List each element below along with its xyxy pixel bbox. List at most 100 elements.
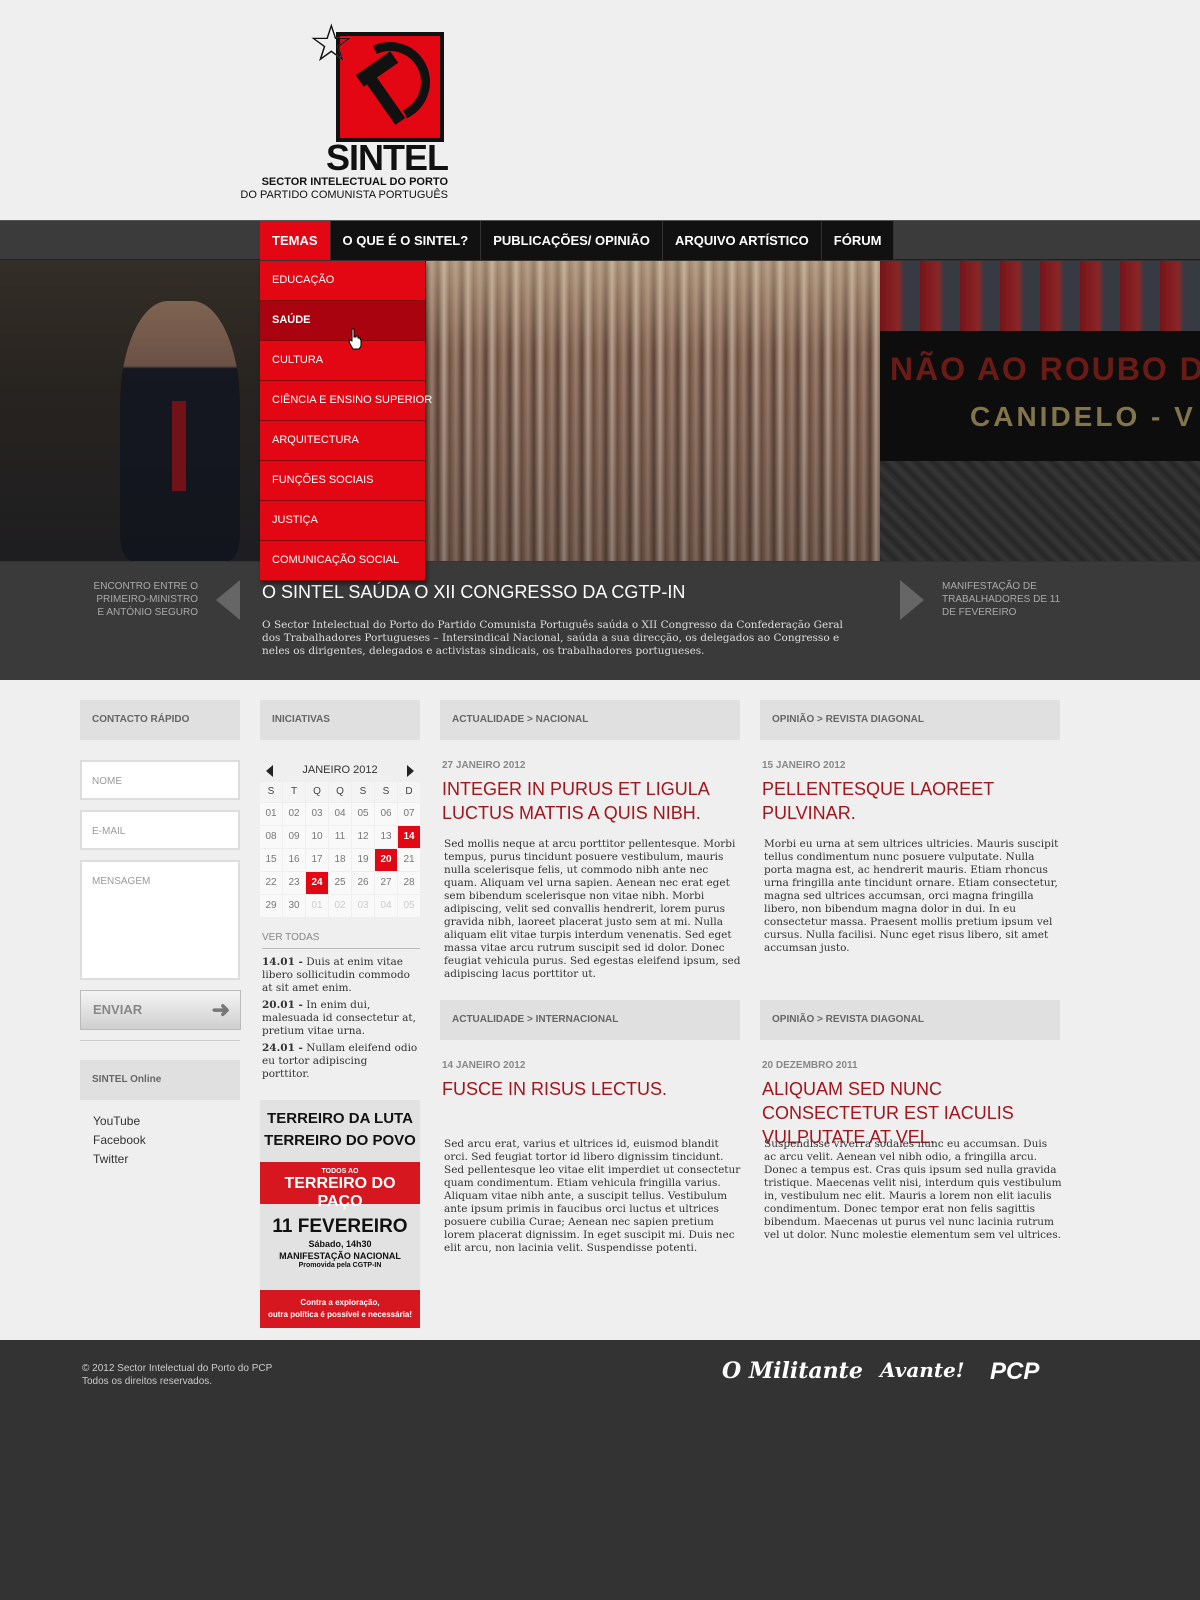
calendar-day[interactable]: 01 <box>260 803 282 825</box>
dropdown-item[interactable]: FUNÇÕES SOCIAIS <box>260 461 425 501</box>
dropdown-item[interactable]: ARQUITECTURA <box>260 421 425 461</box>
avante-logo[interactable]: Avante! <box>880 1358 965 1382</box>
slider-title[interactable]: O SINTEL SAÚDA O XII CONGRESSO DA CGTP-I… <box>262 582 685 603</box>
send-arrow-icon: ➜ <box>211 997 230 1022</box>
article-title[interactable]: FUSCE IN RISUS LECTUS. <box>442 1077 742 1101</box>
calendar-month: JANEIRO 2012 <box>302 764 378 776</box>
article-body: Sed mollis neque at arcu porttitor pelle… <box>444 838 741 980</box>
message-field[interactable]: MENSAGEM <box>80 860 240 980</box>
contact-heading: CONTACTO RÁPIDO <box>80 700 240 740</box>
main-navigation-bar: TEMAS O QUE É O SINTEL? PUBLICAÇÕES/ OPINI… <box>0 220 1200 260</box>
nav-item[interactable]: FÓRUM <box>821 221 895 260</box>
event-poster[interactable]: TERREIRO DA LUTA TERREIRO DO POVO TODOS … <box>260 1100 420 1328</box>
calendar-event-day[interactable]: 14 <box>398 826 420 848</box>
o-militante-logo[interactable]: O Militante <box>722 1358 863 1384</box>
calendar-day[interactable]: 21 <box>398 849 420 871</box>
events-calendar: JANEIRO 2012 S T Q Q S S D 01 02 03 04 05 06 07 08 09 10… <box>260 760 420 917</box>
email-field[interactable]: E-MAIL <box>80 810 240 850</box>
article-body: Sed arcu erat, varius et ultrices id, eu… <box>444 1138 741 1254</box>
calendar-day[interactable]: 10 <box>306 826 328 848</box>
calendar-day[interactable]: 23 <box>283 872 305 894</box>
dropdown-item[interactable]: SAÚDE <box>260 301 425 341</box>
calendar-day[interactable]: 28 <box>398 872 420 894</box>
calendar-day[interactable]: 13 <box>375 826 397 848</box>
sintel-logo[interactable]: ☆ SINTEL SECTOR INTELECTUAL DO PORTO DO … <box>240 18 449 204</box>
arrow-right-icon[interactable] <box>900 580 924 620</box>
calendar-day[interactable]: 04 <box>329 803 351 825</box>
event-item[interactable]: 24.01 - Nullam eleifend odio eu tortor a… <box>262 1042 418 1081</box>
calendar-event-day[interactable]: 20 <box>375 849 397 871</box>
calendar-day[interactable]: 09 <box>283 826 305 848</box>
calendar-day[interactable]: 25 <box>329 872 351 894</box>
social-link[interactable]: Facebook <box>93 1131 146 1150</box>
dropdown-item[interactable]: COMUNICAÇÃO SOCIAL <box>260 541 425 581</box>
calendar-day[interactable]: 26 <box>352 872 374 894</box>
send-button[interactable]: ENVIAR ➜ <box>80 990 241 1030</box>
calendar-day[interactable]: 30 <box>283 895 305 917</box>
dropdown-item[interactable]: JUSTIÇA <box>260 501 425 541</box>
dropdown-item[interactable]: CIÊNCIA E ENSINO SUPERIOR <box>260 381 432 421</box>
dropdown-item[interactable]: EDUCAÇÃO <box>260 261 425 301</box>
calendar-weekday: S <box>260 782 282 802</box>
calendar-day[interactable]: 22 <box>260 872 282 894</box>
calendar-day[interactable]: 19 <box>352 849 374 871</box>
article-section-heading[interactable]: ACTUALIDADE > NACIONAL <box>440 700 740 740</box>
poster-band: TODOS AO TERREIRO DO PAÇO <box>260 1162 420 1210</box>
calendar-event-day[interactable]: 24 <box>306 872 328 894</box>
article-title[interactable]: PELLENTESQUE LAOREET PULVINAR. <box>762 777 1062 825</box>
event-item[interactable]: 20.01 - In enim dui, malesuada id consec… <box>262 999 418 1038</box>
social-link[interactable]: YouTube <box>93 1112 146 1131</box>
nav-item[interactable]: O QUE É O SINTEL? <box>330 221 482 260</box>
article-section-heading[interactable]: OPINIÃO > REVISTA DIAGONAL <box>760 700 1060 740</box>
calendar-day[interactable]: 04 <box>375 895 397 917</box>
calendar-day[interactable]: 06 <box>375 803 397 825</box>
calendar-prev-icon[interactable] <box>266 765 273 777</box>
article-date: 14 JANEIRO 2012 <box>442 1060 526 1071</box>
copyright: © 2012 Sector Intelectual do Porto do PC… <box>82 1363 273 1387</box>
calendar-day[interactable]: 05 <box>352 803 374 825</box>
name-field[interactable]: NOME <box>80 760 240 800</box>
calendar-day[interactable]: 03 <box>352 895 374 917</box>
event-item[interactable]: 14.01 - Duis at enim vitae libero sollic… <box>262 956 418 995</box>
social-link[interactable]: Twitter <box>93 1150 146 1169</box>
calendar-day[interactable]: 11 <box>329 826 351 848</box>
calendar-weekday: Q <box>306 782 328 802</box>
calendar-day[interactable]: 17 <box>306 849 328 871</box>
event-date: 24.01 - <box>262 1042 303 1054</box>
calendar-next-icon[interactable] <box>407 765 414 777</box>
dropdown-item[interactable]: CULTURA <box>260 341 425 381</box>
main-navigation: TEMAS O QUE É O SINTEL? PUBLICAÇÕES/ OPINI… <box>260 221 895 260</box>
arrow-left-icon[interactable] <box>216 580 240 620</box>
article-title[interactable]: INTEGER IN PURUS ET LIGULA LUCTUS MATTIS… <box>442 777 742 825</box>
calendar-day[interactable]: 02 <box>283 803 305 825</box>
calendar-day[interactable]: 29 <box>260 895 282 917</box>
slider-prev-label[interactable]: ENCONTRO ENTRE O PRIMEIRO-MINISTRO E ANT… <box>90 580 198 619</box>
nav-item[interactable]: TEMAS <box>260 221 331 260</box>
slider-next-label[interactable]: MANIFESTAÇÃO DE TRABALHADORES DE 11 DE F… <box>942 580 1062 619</box>
calendar-day[interactable]: 18 <box>329 849 351 871</box>
see-all-link[interactable]: VER TODAS <box>262 932 420 949</box>
pcp-logo[interactable]: PCP <box>990 1358 1039 1386</box>
article-section-heading[interactable]: OPINIÃO > REVISTA DIAGONAL <box>760 1000 1060 1040</box>
iniciativas-heading: INICIATIVAS <box>260 700 420 740</box>
calendar-day[interactable]: 03 <box>306 803 328 825</box>
calendar-day[interactable]: 07 <box>398 803 420 825</box>
nav-item[interactable]: ARQUIVO ARTÍSTICO <box>662 221 822 260</box>
event-date: 20.01 - <box>262 999 303 1011</box>
article-body: Suspendisse viverra sodales nunc eu accu… <box>764 1138 1062 1241</box>
nav-item[interactable]: PUBLICAÇÕES/ OPINIÃO <box>481 221 663 260</box>
photo-congress-crowd[interactable] <box>426 261 880 561</box>
calendar-day[interactable]: 02 <box>329 895 351 917</box>
calendar-day[interactable]: 01 <box>306 895 328 917</box>
calendar-day[interactable]: 05 <box>398 895 420 917</box>
logo-title: SINTEL <box>325 137 449 178</box>
calendar-day[interactable]: 12 <box>352 826 374 848</box>
calendar-day[interactable]: 27 <box>375 872 397 894</box>
article-section-heading[interactable]: ACTUALIDADE > INTERNACIONAL <box>440 1000 740 1040</box>
calendar-day[interactable]: 08 <box>260 826 282 848</box>
calendar-day[interactable]: 15 <box>260 849 282 871</box>
article: 20 DEZEMBRO 2011 ALIQUAM SED NUNC CONSECT… <box>762 1060 1062 1241</box>
main-content: CONTACTO RÁPIDO NOME E-MAIL MENSAGEM ENV… <box>0 680 1200 1340</box>
events-list: 14.01 - Duis at enim vitae libero sollic… <box>262 956 418 1085</box>
calendar-day[interactable]: 16 <box>283 849 305 871</box>
